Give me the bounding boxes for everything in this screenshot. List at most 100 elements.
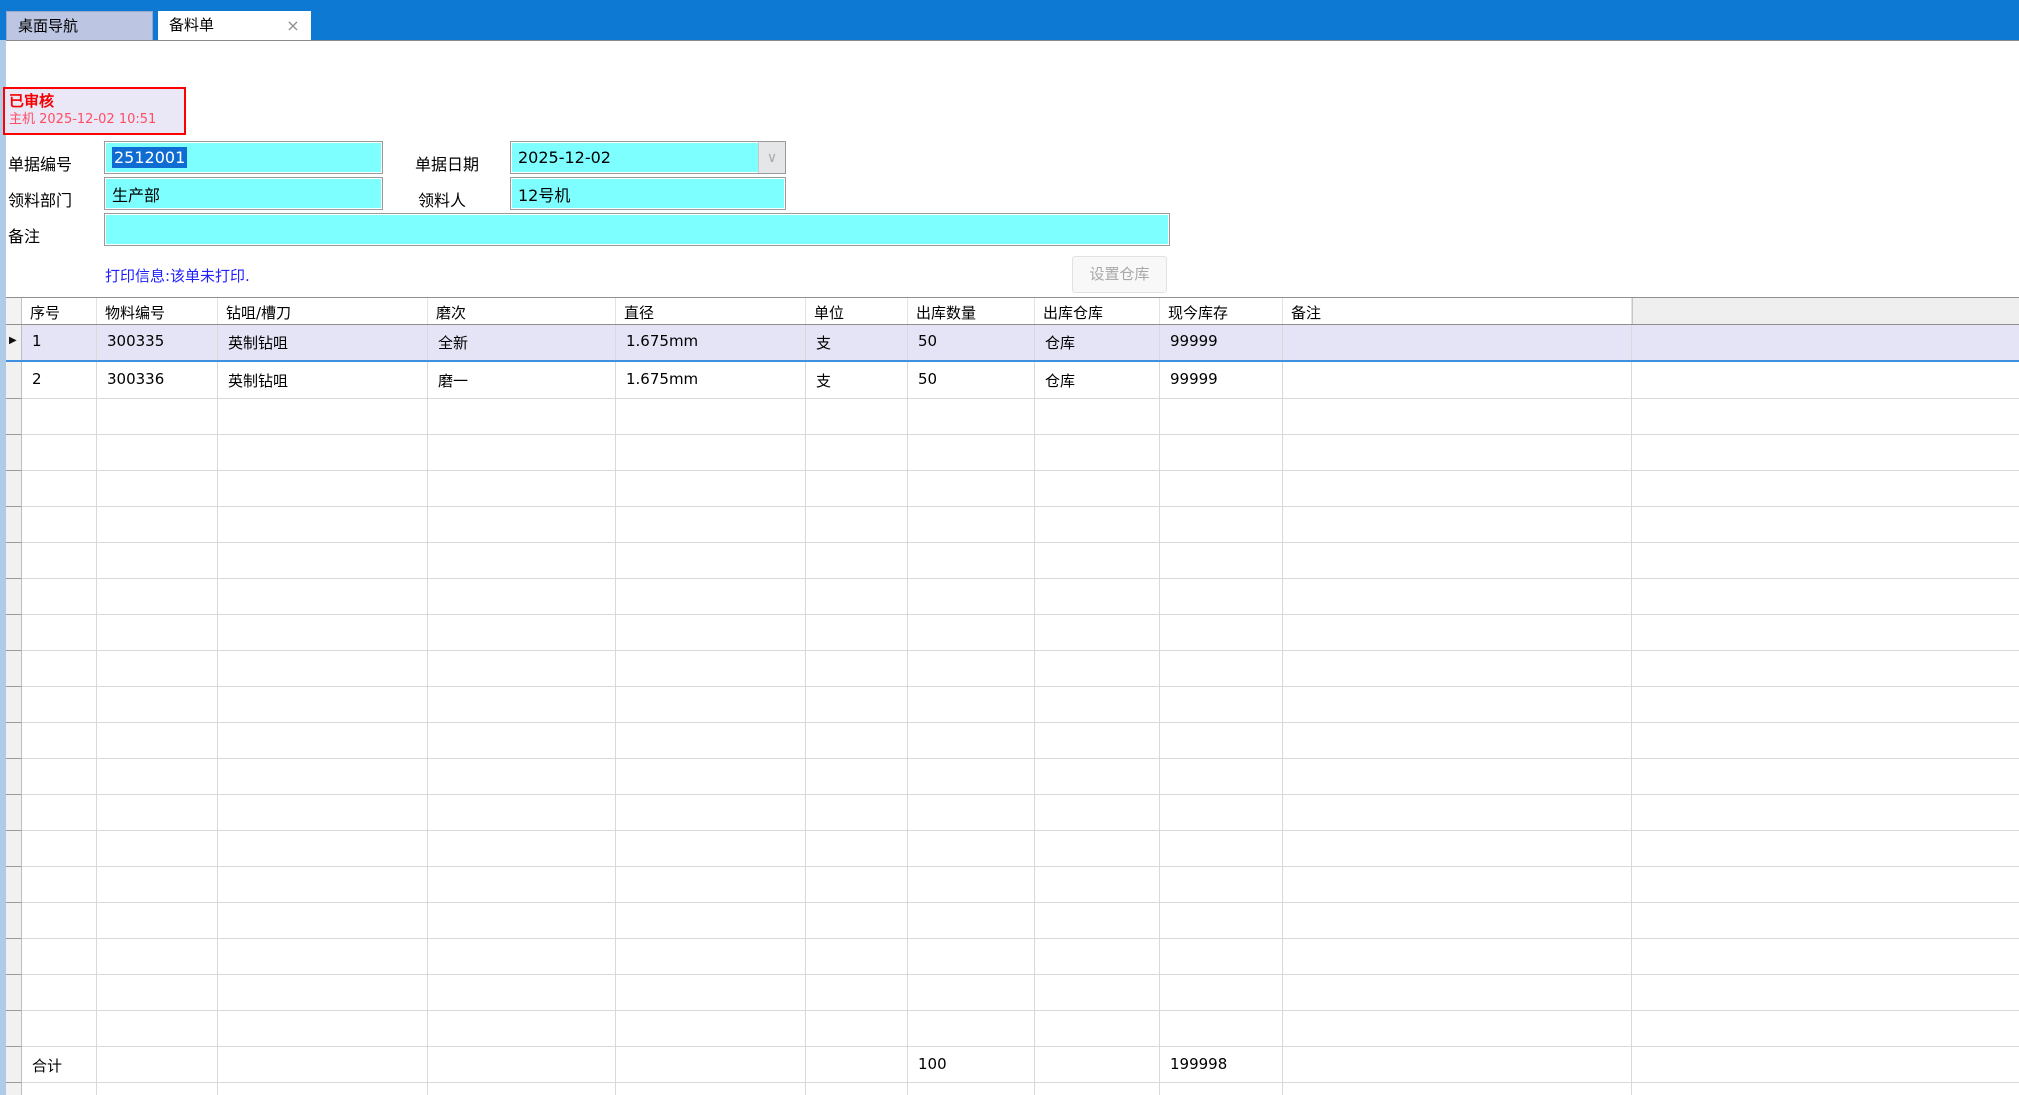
grid-header-seq[interactable]: 序号 bbox=[22, 298, 97, 324]
grid-cell-unit bbox=[806, 939, 908, 975]
remark-label: 备注 bbox=[8, 223, 40, 247]
grid-cell-grind[interactable]: 全新 bbox=[428, 325, 616, 360]
grid-cell-seq bbox=[22, 651, 97, 687]
remark-field[interactable] bbox=[104, 213, 1170, 246]
grid-cell-diameter bbox=[616, 831, 806, 867]
grid-cell-tool[interactable]: 英制钻咀 bbox=[218, 362, 428, 399]
row-filler bbox=[1632, 507, 2019, 543]
doc-date-dropdown-button[interactable]: ∨ bbox=[758, 142, 785, 173]
dept-field[interactable]: 生产部 bbox=[104, 177, 383, 210]
grid-cell-stock bbox=[1160, 939, 1283, 975]
grid-cell-warehouse[interactable]: 仓库 bbox=[1035, 362, 1160, 399]
set-warehouse-button[interactable]: 设置仓库 bbox=[1072, 256, 1167, 293]
grid-cell-warehouse[interactable]: 仓库 bbox=[1035, 325, 1160, 360]
doc-no-field[interactable]: 2512001 bbox=[104, 141, 383, 174]
row-filler bbox=[1632, 795, 2019, 831]
grid-cell-qty_out bbox=[908, 831, 1035, 867]
grid-cell-tool bbox=[218, 903, 428, 939]
grid-cell-material_no bbox=[97, 651, 218, 687]
row-gutter bbox=[6, 651, 22, 687]
grid-cell-qty_out bbox=[908, 471, 1035, 507]
row-gutter bbox=[6, 759, 22, 795]
grid-cell-seq[interactable]: 2 bbox=[22, 362, 97, 399]
grid-cell-unit bbox=[806, 903, 908, 939]
grid-cell-material_no bbox=[97, 903, 218, 939]
row-filler bbox=[1632, 1083, 2019, 1095]
grid-cell-unit bbox=[806, 471, 908, 507]
grid-cell-qty_out: 100 bbox=[908, 1047, 1035, 1083]
grid-cell-warehouse bbox=[1035, 1011, 1160, 1047]
grid-cell-qty_out[interactable]: 50 bbox=[908, 362, 1035, 399]
grid-header-material_no[interactable]: 物料编号 bbox=[97, 298, 218, 324]
empty-row bbox=[6, 831, 2019, 867]
grid-cell-diameter bbox=[616, 579, 806, 615]
grid-cell-grind bbox=[428, 1011, 616, 1047]
row-filler bbox=[1632, 1011, 2019, 1047]
table-row[interactable]: 2300336英制钻咀磨一1.675mm支50仓库99999 bbox=[6, 362, 2019, 399]
grid-cell-seq bbox=[22, 579, 97, 615]
grid-cell-seq[interactable]: 1 bbox=[22, 325, 97, 360]
grid-cell-warehouse bbox=[1035, 507, 1160, 543]
grid-cell-unit bbox=[806, 759, 908, 795]
grid-header-tool[interactable]: 钻咀/槽刀 bbox=[218, 298, 428, 324]
grid-header-remark[interactable]: 备注 bbox=[1283, 298, 1632, 324]
grid-cell-diameter[interactable]: 1.675mm bbox=[616, 325, 806, 360]
grid-header-qty_out[interactable]: 出库数量 bbox=[908, 298, 1035, 324]
person-field[interactable]: 12号机 bbox=[510, 177, 786, 210]
grid-cell-warehouse bbox=[1035, 975, 1160, 1011]
row-filler bbox=[1632, 325, 2019, 360]
row-gutter bbox=[6, 723, 22, 759]
grid-cell-stock bbox=[1160, 759, 1283, 795]
row-filler bbox=[1632, 471, 2019, 507]
grid-cell-stock bbox=[1160, 435, 1283, 471]
tab-desktop-navigation[interactable]: 桌面导航 bbox=[6, 11, 153, 40]
tab-material-prep-order[interactable]: 备料单 × bbox=[158, 11, 311, 40]
grid-header-row: 序号物料编号钻咀/槽刀磨次直径单位出库数量出库仓库现今库存备注 bbox=[6, 297, 2019, 325]
grid-header-diameter[interactable]: 直径 bbox=[616, 298, 806, 324]
row-gutter bbox=[6, 831, 22, 867]
table-row[interactable]: ▶ 1300335英制钻咀全新1.675mm支50仓库99999 bbox=[6, 325, 2019, 362]
grid-header-stock[interactable]: 现今库存 bbox=[1160, 298, 1283, 324]
grid-cell-grind[interactable]: 磨一 bbox=[428, 362, 616, 399]
row-filler bbox=[1632, 579, 2019, 615]
grid-cell-remark bbox=[1283, 939, 1632, 975]
doc-date-field[interactable]: 2025-12-02 ∨ bbox=[510, 141, 786, 174]
grid-header-grind[interactable]: 磨次 bbox=[428, 298, 616, 324]
grid-cell-diameter bbox=[616, 975, 806, 1011]
grid-cell-remark bbox=[1283, 795, 1632, 831]
empty-row bbox=[6, 651, 2019, 687]
grid-cell-unit[interactable]: 支 bbox=[806, 362, 908, 399]
grid-cell-unit[interactable]: 支 bbox=[806, 325, 908, 360]
grid-cell-remark bbox=[1283, 975, 1632, 1011]
grid-cell-stock bbox=[1160, 867, 1283, 903]
grid-cell-material_no bbox=[97, 687, 218, 723]
grid-cell-warehouse bbox=[1035, 867, 1160, 903]
grid-cell-tool bbox=[218, 1011, 428, 1047]
grid-cell-material_no[interactable]: 300335 bbox=[97, 325, 218, 360]
grid-cell-material_no[interactable]: 300336 bbox=[97, 362, 218, 399]
grid-cell-grind bbox=[428, 615, 616, 651]
grid-cell-diameter[interactable]: 1.675mm bbox=[616, 362, 806, 399]
grid-header-unit[interactable]: 单位 bbox=[806, 298, 908, 324]
grid-header-warehouse[interactable]: 出库仓库 bbox=[1035, 298, 1160, 324]
row-indicator-icon: ▶ bbox=[9, 336, 17, 346]
grid-cell-tool[interactable]: 英制钻咀 bbox=[218, 325, 428, 360]
close-icon[interactable]: × bbox=[283, 11, 303, 40]
grid-cell-tool bbox=[218, 687, 428, 723]
grid-cell-diameter bbox=[616, 1047, 806, 1083]
grid-header-filler bbox=[1632, 298, 2019, 324]
grid-cell-tool bbox=[218, 759, 428, 795]
grid-cell-grind bbox=[428, 759, 616, 795]
grid-cell-warehouse bbox=[1035, 759, 1160, 795]
grid-cell-unit bbox=[806, 651, 908, 687]
empty-row bbox=[6, 903, 2019, 939]
grid-cell-stock[interactable]: 99999 bbox=[1160, 362, 1283, 399]
grid-cell-tool bbox=[218, 651, 428, 687]
grid-cell-qty_out[interactable]: 50 bbox=[908, 325, 1035, 360]
grid-cell-remark[interactable] bbox=[1283, 362, 1632, 399]
grid-cell-grind bbox=[428, 903, 616, 939]
row-gutter bbox=[6, 615, 22, 651]
grid-cell-stock[interactable]: 99999 bbox=[1160, 325, 1283, 360]
grid-cell-remark[interactable] bbox=[1283, 325, 1632, 360]
row-gutter bbox=[6, 362, 22, 399]
